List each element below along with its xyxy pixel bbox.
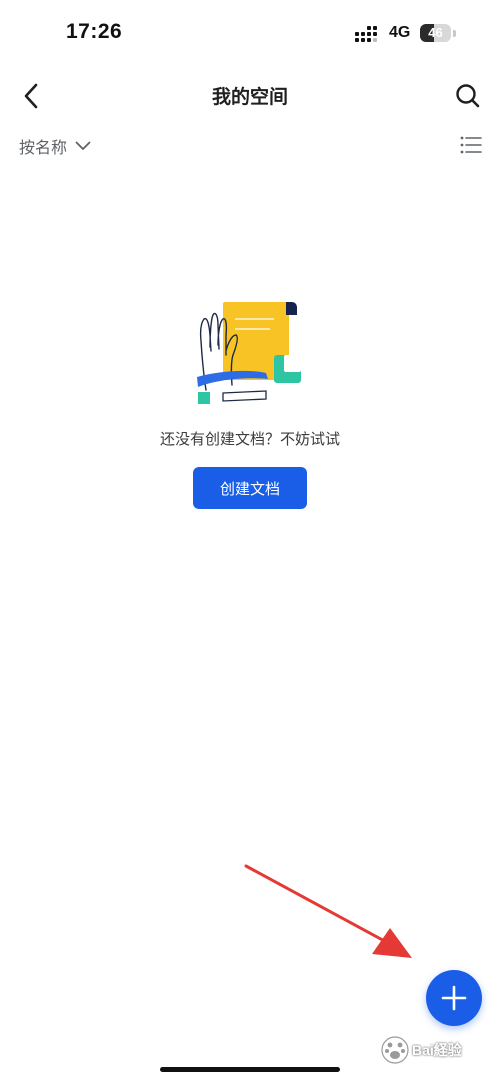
sort-label: 按名称: [19, 138, 68, 157]
create-document-button[interactable]: 创建文档: [193, 467, 307, 509]
page-title: 我的空间: [211, 86, 288, 108]
empty-state-illustration: [197, 302, 301, 404]
chevron-down-icon: [75, 141, 91, 151]
empty-state-message: 还没有创建文档？不妨试试: [159, 430, 340, 448]
search-icon: [456, 84, 480, 108]
watermark: Bai経验: [380, 1035, 495, 1065]
battery-cap: [453, 30, 456, 37]
battery-icon: 46: [420, 24, 456, 42]
view-toggle-button[interactable]: [458, 132, 484, 158]
network-type-label: 4G: [389, 24, 411, 41]
annotation-arrow: [244, 864, 412, 958]
watermark-text: Bai経验: [412, 1042, 462, 1058]
list-view-icon: [460, 136, 482, 154]
nav-bar: 我的空间: [0, 66, 500, 124]
status-bar: 17:26 4G 46: [0, 0, 500, 66]
signal-icon: [355, 26, 377, 42]
status-time: 17:26: [66, 20, 123, 43]
sort-dropdown[interactable]: 按名称: [19, 133, 91, 159]
search-button[interactable]: [450, 78, 486, 114]
add-button[interactable]: [426, 970, 482, 1026]
paw-logo-icon: [381, 1036, 409, 1064]
home-indicator[interactable]: [160, 1067, 340, 1072]
plus-icon: [441, 985, 467, 1011]
battery-level: 46: [428, 25, 443, 40]
